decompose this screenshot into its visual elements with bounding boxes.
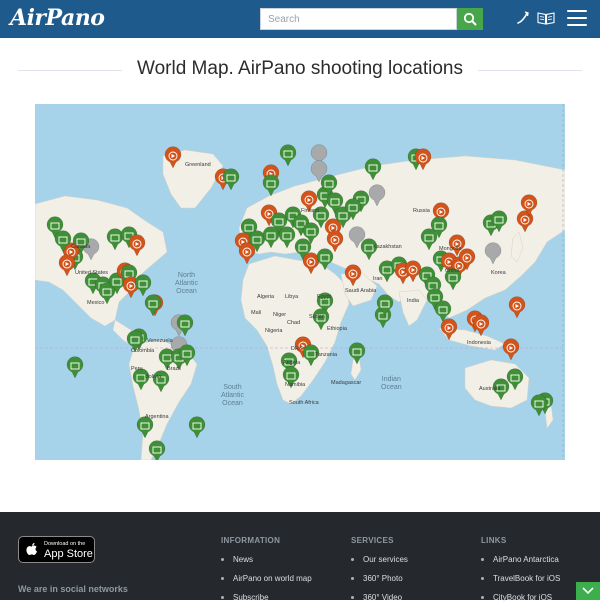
footer-link-360-photo[interactable]: 360° Photo	[351, 574, 408, 583]
location-marker[interactable]	[502, 338, 520, 361]
label-drc: DRC	[291, 346, 303, 352]
hamburger-menu-icon[interactable]	[567, 10, 587, 26]
location-marker[interactable]	[188, 416, 206, 439]
label-mongolia: Mongolia	[439, 246, 462, 252]
footer-link-airpano-antarctica[interactable]: AirPano Antarctica	[481, 555, 560, 564]
search-button[interactable]	[457, 8, 483, 30]
footer-link-travelbook-ios[interactable]: TravelBook for iOS	[481, 574, 560, 583]
label-russia: Russia	[413, 208, 430, 214]
label-niger: Niger	[273, 312, 287, 318]
map-canvas[interactable]	[35, 104, 565, 460]
label-sudan: Sudan	[309, 314, 325, 320]
footer-heading-services: SERVICES	[351, 536, 394, 545]
book-icon[interactable]	[537, 10, 555, 26]
location-marker[interactable]	[66, 356, 84, 379]
label-brazil: Brazil	[167, 366, 181, 372]
page-title-block: World Map. AirPano shooting locations	[18, 58, 582, 84]
footer-heading-information: INFORMATION	[221, 536, 281, 545]
label-korea: Korea	[491, 270, 506, 276]
footer-column-links: LINKS AirPano Antarctica TravelBook for …	[481, 536, 560, 612]
label-bolivia: Bolivia	[145, 374, 162, 380]
location-marker[interactable]	[222, 168, 240, 191]
site-footer: Download on the App Store We are in soci…	[0, 512, 600, 602]
label-namibia: Namibia	[285, 382, 306, 388]
label-nigeria: Nigeria	[265, 328, 283, 334]
label-algeria: Algeria	[257, 294, 275, 300]
search-input[interactable]	[260, 8, 457, 30]
label-united-states: United States	[75, 270, 109, 276]
chevron-down-icon	[582, 587, 594, 595]
label-mali: Mali	[251, 310, 262, 316]
apple-icon	[26, 542, 37, 555]
social-networks-label: We are in social networks	[18, 584, 128, 594]
label-kazakhstan: Kazakhstan	[373, 244, 402, 250]
label-venezuela: Venezuela	[147, 338, 173, 344]
search-icon	[463, 12, 477, 26]
label-saudi-arabia: Saudi Arabia	[345, 288, 377, 294]
label-argentina: Argentina	[145, 414, 169, 420]
footer-column-information: INFORMATION News AirPano on world map Su…	[221, 536, 312, 612]
app-store-big-text: App Store	[44, 548, 93, 560]
label-ethiopia: Ethiopia	[327, 326, 347, 332]
location-marker[interactable]	[238, 242, 256, 265]
label-colombia: Colombia	[131, 348, 155, 354]
label-madagascar: Madagascar	[331, 380, 362, 386]
label-australia: Australia	[479, 386, 501, 392]
label-greenland: Greenland	[185, 162, 211, 168]
location-marker[interactable]	[262, 174, 280, 197]
world-map[interactable]: North Atlantic Ocean South Atlantic Ocea…	[35, 104, 565, 460]
label-tanzania: Tanzania	[315, 352, 338, 358]
location-marker[interactable]	[279, 144, 297, 167]
location-marker[interactable]	[348, 342, 366, 365]
label-finland: Finland	[301, 208, 320, 214]
label-indian-ocean: Indian Ocean	[381, 376, 402, 391]
footer-heading-links: LINKS	[481, 536, 507, 545]
label-iran: Iran	[373, 276, 383, 282]
footer-link-subscribe[interactable]: Subscribe	[221, 593, 312, 602]
footer-column-services: SERVICES Our services 360° Photo 360° Vi…	[351, 536, 408, 612]
footer-link-news[interactable]: News	[221, 555, 312, 564]
scroll-to-top-button[interactable]	[576, 582, 600, 600]
label-mexico: Mexico	[87, 300, 105, 306]
label-egypt: Egypt	[317, 294, 332, 300]
app-store-small-text: Download on the	[44, 541, 86, 547]
label-china: China	[445, 268, 460, 274]
page-title: World Map. AirPano shooting locations	[137, 58, 463, 79]
airpano-logo[interactable]: AirPano	[10, 5, 105, 31]
footer-link-360-video[interactable]: 360° Video	[351, 593, 408, 602]
label-south-atlantic: South Atlantic Ocean	[221, 384, 244, 407]
label-peru: Peru	[131, 366, 143, 372]
label-north-atlantic: North Atlantic Ocean	[175, 272, 198, 295]
label-indonesia: Indonesia	[467, 340, 491, 346]
location-marker[interactable]	[144, 294, 162, 317]
footer-link-airpano-on-world-map[interactable]: AirPano on world map	[221, 574, 312, 583]
label-india: India	[407, 298, 419, 304]
location-marker[interactable]	[134, 274, 152, 297]
footer-link-citybook-ios[interactable]: CityBook for iOS	[481, 593, 560, 602]
site-header: AirPano	[0, 0, 600, 38]
label-chad: Chad	[287, 320, 301, 326]
label-canada: Canada	[71, 244, 91, 250]
footer-link-our-services[interactable]: Our services	[351, 555, 408, 564]
location-marker[interactable]	[508, 296, 526, 319]
app-store-badge[interactable]: Download on the App Store	[18, 536, 95, 563]
land-india	[398, 289, 428, 327]
label-libya: Libya	[285, 294, 299, 300]
label-south-africa: South Africa	[289, 400, 319, 406]
phone-icon[interactable]	[515, 10, 531, 26]
label-angola: Angola	[283, 360, 301, 366]
